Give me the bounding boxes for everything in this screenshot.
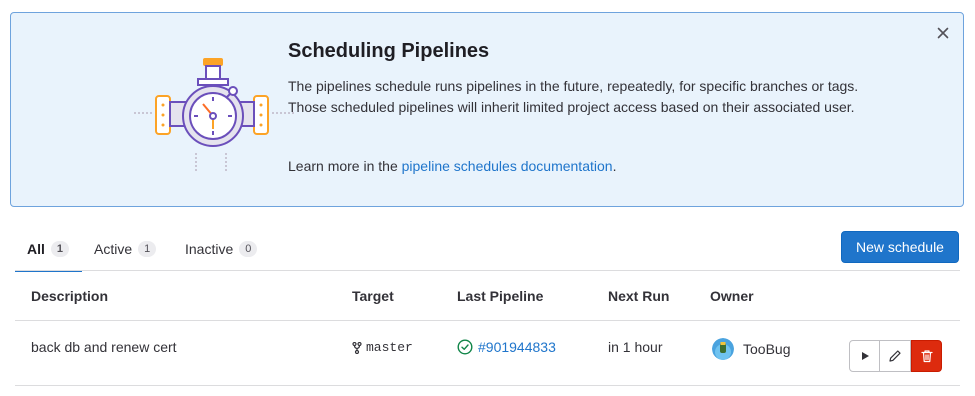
tab-all-count: 1 — [50, 240, 69, 257]
next-run: in 1 hour — [608, 339, 663, 355]
pipeline-id: #901944833 — [478, 339, 556, 355]
tab-active-count: 1 — [138, 240, 157, 257]
column-owner: Owner — [710, 288, 754, 304]
column-next-run: Next Run — [608, 288, 670, 304]
learn-more-prefix: Learn more in the — [288, 158, 402, 174]
schedule-owner[interactable]: TooBug — [712, 338, 790, 360]
table-row: back db and renew cert master #901944833… — [15, 322, 960, 386]
owner-name: TooBug — [743, 341, 791, 357]
status-success-icon — [457, 339, 473, 355]
last-pipeline-link[interactable]: #901944833 — [457, 339, 556, 355]
tab-inactive-count: 0 — [239, 240, 258, 257]
tab-all-label: All — [27, 240, 45, 257]
banner-learn-more: Learn more in the pipeline schedules doc… — [288, 156, 616, 177]
schedule-description: back db and renew cert — [31, 339, 177, 355]
edit-button[interactable] — [880, 340, 911, 372]
owner-avatar — [712, 338, 734, 360]
branch-icon — [352, 341, 362, 354]
banner-title: Scheduling Pipelines — [288, 40, 490, 62]
play-button[interactable] — [849, 340, 880, 372]
new-schedule-button[interactable]: New schedule — [841, 231, 959, 263]
column-target: Target — [352, 288, 394, 304]
close-icon[interactable] — [935, 25, 951, 41]
scheduling-pipelines-banner: Scheduling Pipelines The pipelines sched… — [10, 12, 964, 207]
row-actions — [849, 340, 942, 372]
banner-description: The pipelines schedule runs pipelines in… — [288, 78, 859, 115]
table-header: Description Target Last Pipeline Next Ru… — [15, 271, 960, 321]
tab-inactive-label: Inactive — [185, 240, 234, 257]
tab-active[interactable]: Active 1 — [94, 226, 157, 271]
delete-button[interactable] — [911, 340, 942, 372]
stopwatch-pipe-illustration — [134, 58, 294, 173]
column-description: Description — [31, 288, 109, 304]
schedule-tabs: All 1 Active 1 Inactive 0 — [15, 226, 965, 272]
tab-all[interactable]: All 1 — [15, 226, 82, 272]
trash-icon — [920, 350, 933, 363]
target-branch-name: master — [366, 340, 413, 355]
tab-inactive[interactable]: Inactive 0 — [185, 226, 258, 271]
column-last-pipeline: Last Pipeline — [457, 288, 544, 304]
tab-active-label: Active — [94, 240, 133, 257]
play-icon — [861, 352, 869, 360]
learn-more-suffix: . — [612, 158, 617, 174]
schedule-target[interactable]: master — [352, 340, 413, 355]
pipeline-schedules-docs-link[interactable]: pipeline schedules documentation — [402, 158, 613, 174]
pencil-icon — [889, 350, 901, 362]
